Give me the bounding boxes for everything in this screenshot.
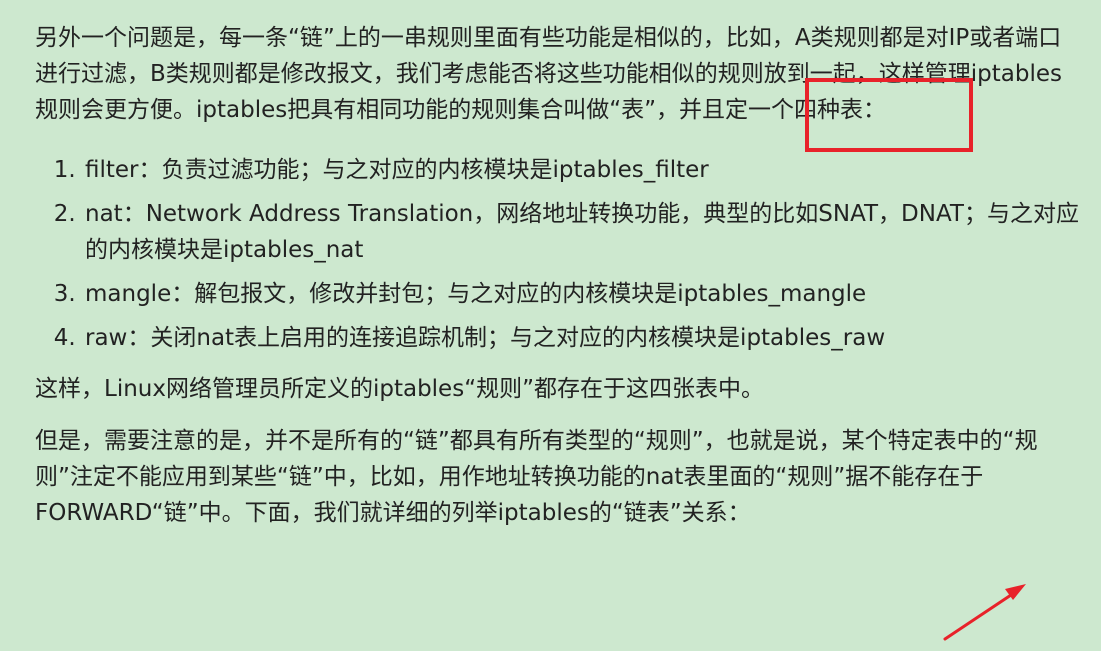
arrow-annotation-head: [1005, 584, 1026, 600]
list-item-nat: nat：Network Address Translation，网络地址转换功能…: [83, 196, 1081, 268]
list-item-filter: filter：负责过滤功能；与之对应的内核模块是iptables_filter: [83, 152, 1081, 188]
note-paragraph: 但是，需要注意的是，并不是所有的“链”都具有所有类型的“规则”，也就是说，某个特…: [35, 428, 1038, 526]
arrow-annotation-shaft: [943, 591, 1016, 641]
list-item-raw: raw：关闭nat表上启用的连接追踪机制；与之对应的内核模块是iptables_…: [83, 320, 1081, 356]
article-body: 另外一个问题是，每一条“链”上的一串规则里面有些功能是相似的，比如，A类规则都是…: [0, 0, 1101, 651]
table-list: filter：负责过滤功能；与之对应的内核模块是iptables_filter …: [35, 152, 1081, 356]
intro-paragraph: 另外一个问题是，每一条“链”上的一串规则里面有些功能是相似的，比如，A类规则都是…: [35, 25, 1063, 123]
list-item-mangle: mangle：解包报文，修改并封包；与之对应的内核模块是iptables_man…: [83, 276, 1081, 312]
summary-paragraph: 这样，Linux网络管理员所定义的iptables“规则”都存在于这四张表中。: [35, 376, 765, 402]
